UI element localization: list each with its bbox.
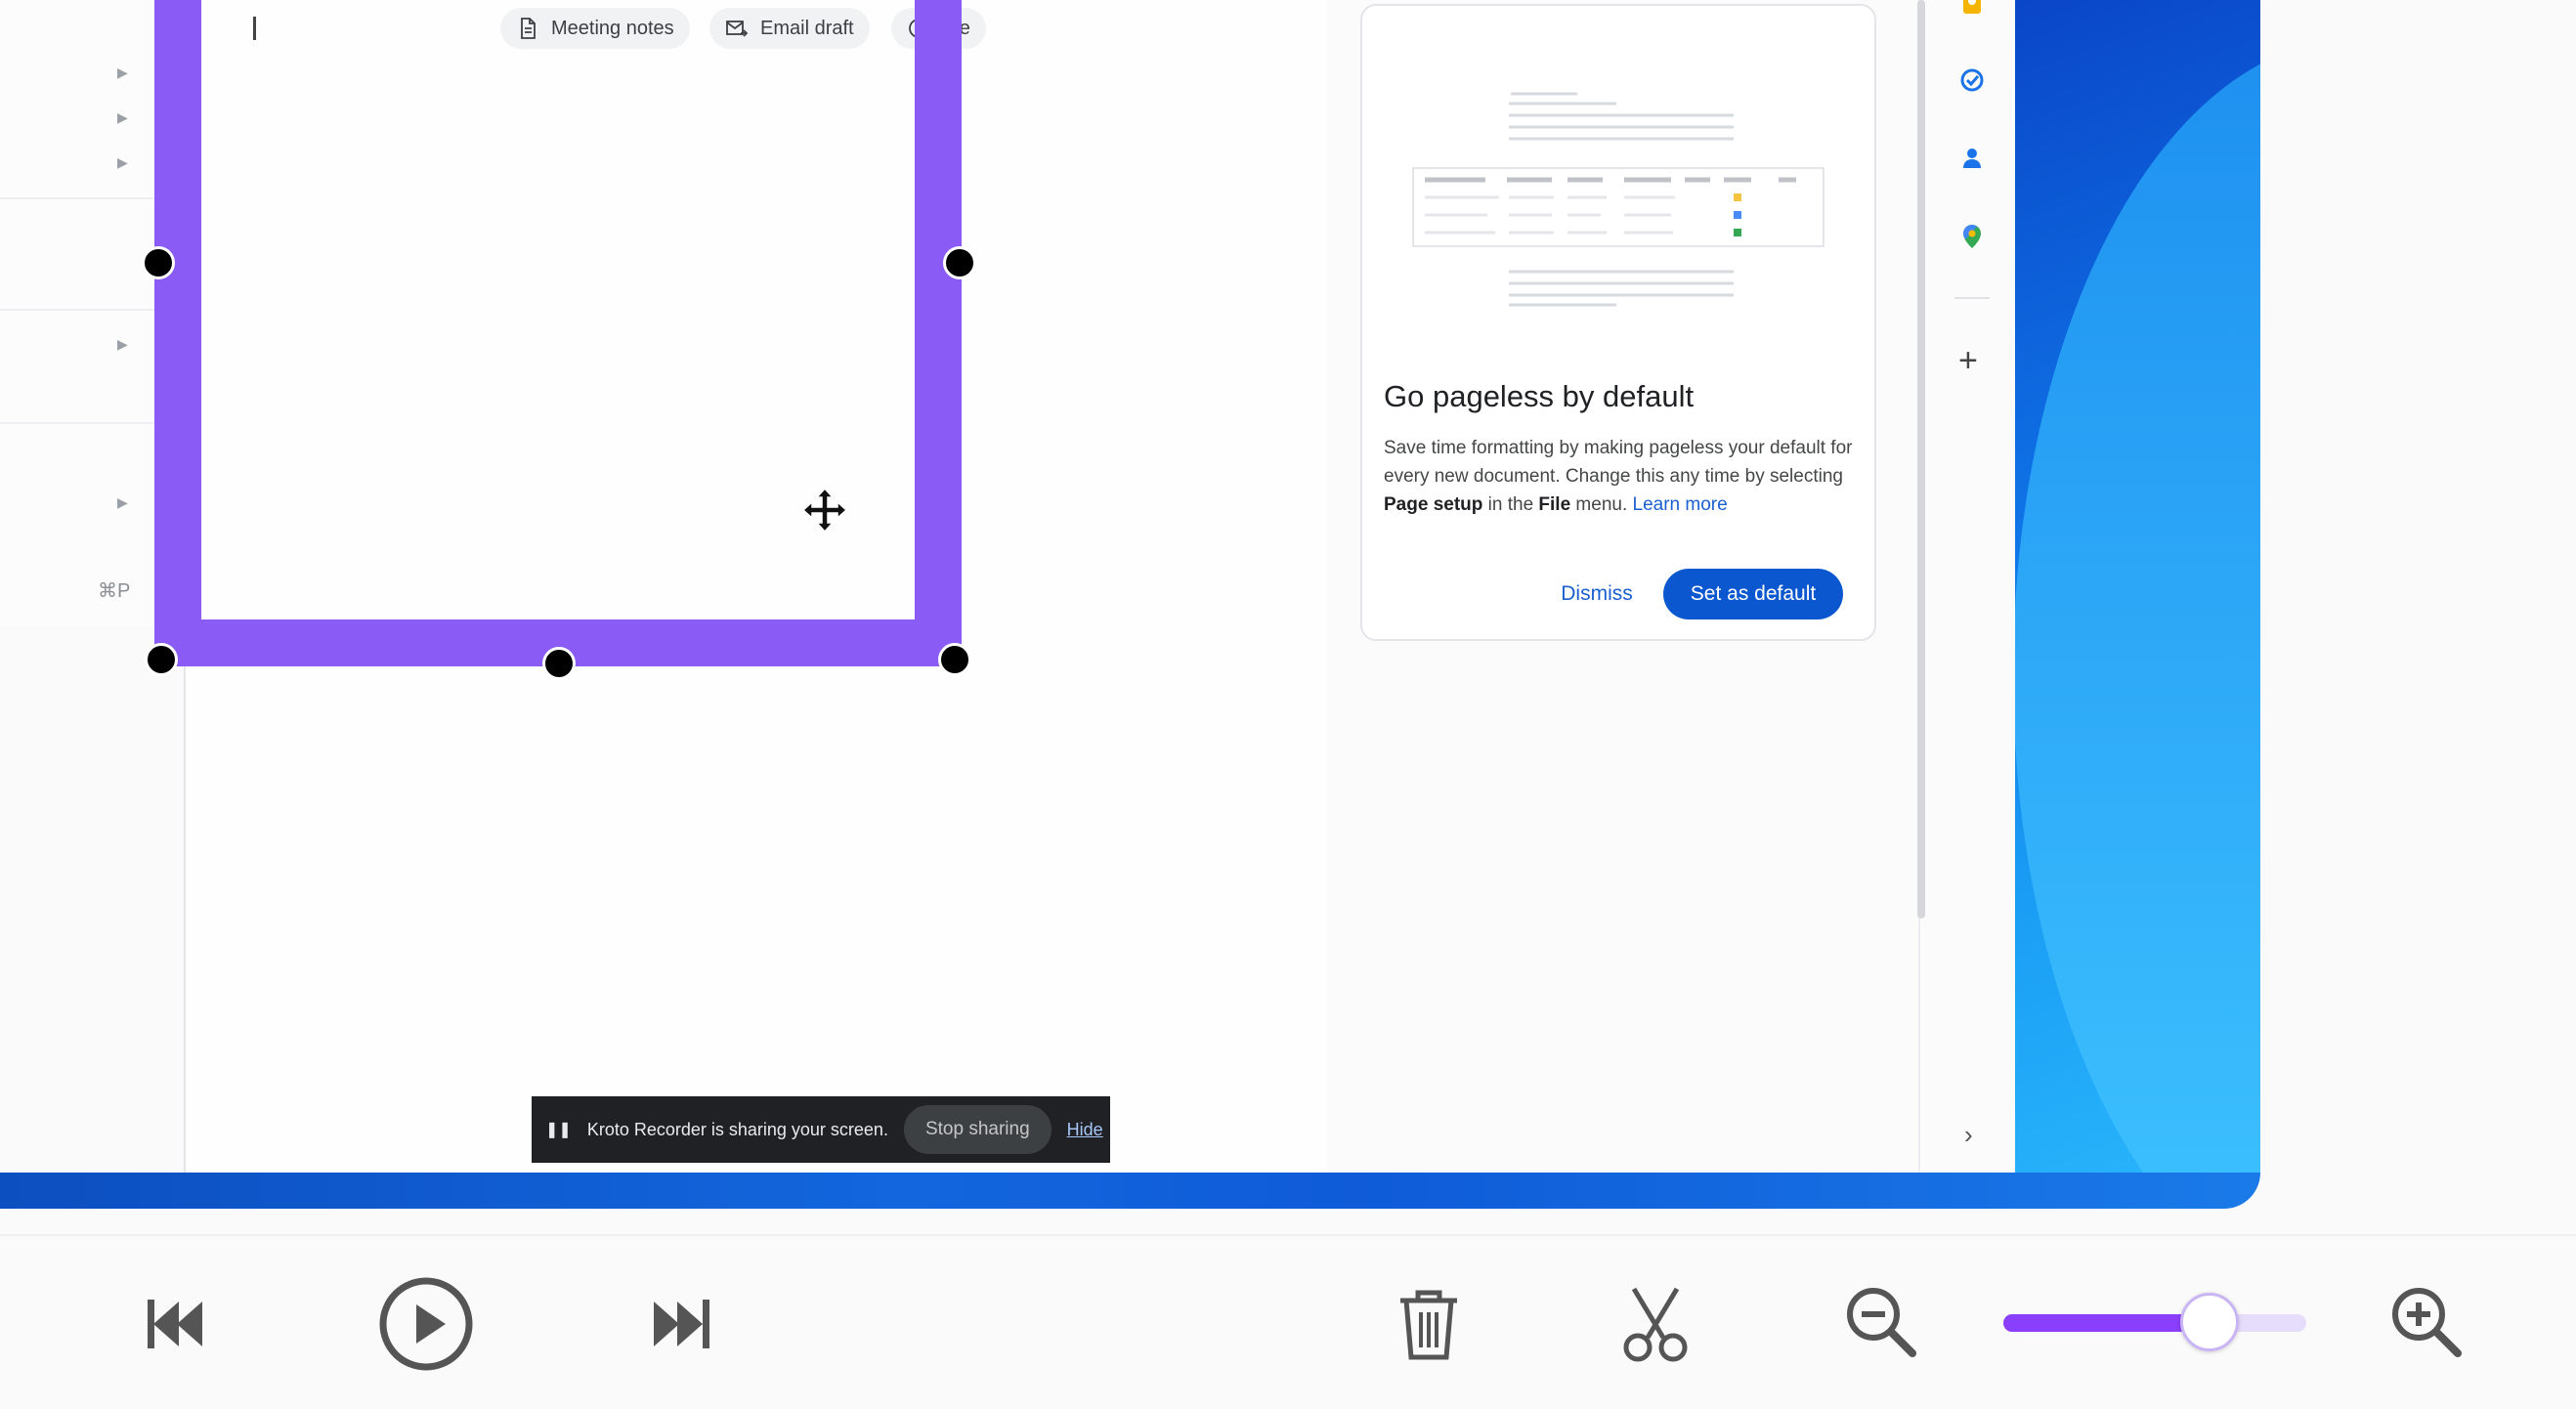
dismiss-button[interactable]: Dismiss — [1546, 573, 1648, 616]
maps-icon[interactable] — [1958, 223, 1986, 250]
sharing-message: Kroto Recorder is sharing your screen. — [586, 1119, 888, 1139]
resize-handle-bottom[interactable] — [542, 647, 576, 680]
submenu-arrow-icon[interactable]: ▶ — [117, 154, 128, 171]
keep-icon[interactable] — [1958, 0, 1986, 18]
play-icon — [379, 1277, 473, 1371]
pageless-illustration — [1412, 92, 1825, 307]
menu-divider — [0, 309, 154, 311]
zoom-out-icon — [1847, 1288, 1916, 1357]
hide-banner-link[interactable]: Hide — [1067, 1120, 1103, 1140]
rail-divider — [1954, 297, 1990, 299]
cut-button[interactable] — [1614, 1280, 1696, 1368]
menu-divider — [0, 422, 154, 424]
submenu-arrow-icon[interactable]: ▶ — [117, 494, 128, 511]
card-title: Go pageless by default — [1384, 379, 1695, 413]
skip-back-icon — [148, 1300, 202, 1348]
resize-handle-right[interactable] — [943, 246, 976, 279]
zoom-in-icon — [2392, 1288, 2462, 1357]
zoom-slider-thumb[interactable] — [2179, 1293, 2239, 1351]
expand-panel-chevron-icon[interactable]: › — [1964, 1120, 1973, 1150]
move-cursor-icon — [801, 487, 848, 534]
menu-divider — [0, 197, 154, 199]
stop-sharing-button[interactable]: Stop sharing — [903, 1105, 1052, 1154]
resize-handle-left[interactable] — [142, 246, 175, 279]
delete-button[interactable] — [1388, 1280, 1470, 1368]
recording-area-selection[interactable] — [154, 0, 962, 666]
scissors-icon — [1623, 1287, 1688, 1362]
tasks-icon[interactable] — [1958, 66, 1986, 94]
contacts-icon[interactable] — [1958, 145, 1986, 172]
screen-sharing-banner: ❚❚ Kroto Recorder is sharing your screen… — [532, 1096, 1110, 1163]
submenu-arrow-icon[interactable]: ▶ — [117, 336, 128, 353]
resize-handle-bottom-left[interactable] — [145, 643, 178, 676]
set-as-default-button[interactable]: Set as default — [1663, 569, 1843, 619]
file-menu-panel: ▶ ▶ ▶ ▶ ▶ ⌘P — [0, 0, 154, 625]
skip-forward-icon — [654, 1300, 709, 1348]
print-shortcut: ⌘P — [98, 580, 131, 602]
screen-recording-frame: ▶ ▶ ▶ ▶ ▶ ⌘P Meeting notes Email draft o… — [0, 0, 2576, 1234]
zoom-slider-fill — [2003, 1314, 2210, 1332]
resize-handle-bottom-right[interactable] — [938, 643, 971, 676]
pause-icon: ❚❚ — [545, 1122, 572, 1138]
learn-more-link[interactable]: Learn more — [1633, 494, 1728, 515]
submenu-arrow-icon[interactable]: ▶ — [117, 109, 128, 126]
submenu-arrow-icon[interactable]: ▶ — [117, 64, 128, 81]
pageless-promo-card — [1360, 4, 1876, 641]
zoom-in-button[interactable] — [2384, 1280, 2469, 1364]
desktop-taskbar-strip — [0, 1173, 2260, 1209]
side-app-rail — [1918, 0, 2015, 1173]
trash-icon — [1400, 1290, 1457, 1360]
play-button[interactable] — [377, 1275, 475, 1373]
add-app-button[interactable]: + — [1958, 344, 1978, 377]
zoom-out-button[interactable] — [1839, 1280, 1923, 1364]
skip-back-button[interactable] — [137, 1287, 211, 1361]
desktop-wallpaper — [2013, 0, 2260, 1209]
skip-forward-button[interactable] — [645, 1287, 719, 1361]
card-description: Save time formatting by making pageless … — [1384, 438, 1853, 515]
rail-scrollbar[interactable] — [1917, 0, 1925, 918]
